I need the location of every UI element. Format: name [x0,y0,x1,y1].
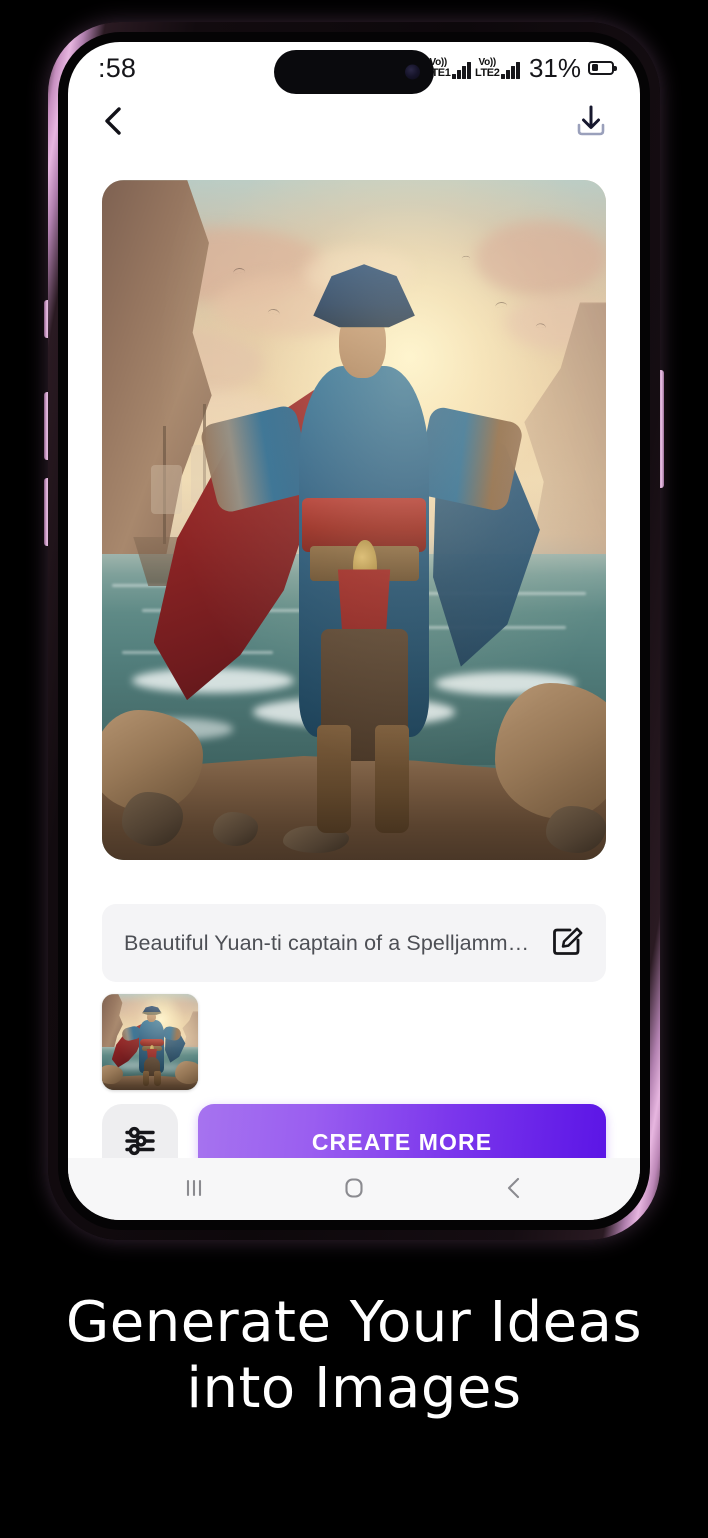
sim2-indicator: Vo)) LTE2 [474,56,520,79]
nav-back-button[interactable] [484,1166,544,1212]
chevron-left-icon [100,105,126,140]
generated-image-preview[interactable] [102,180,606,860]
prompt-text: Beautiful Yuan-ti captain of a Spelljamm… [124,930,536,955]
download-icon [572,102,610,143]
battery-icon [588,60,617,75]
back-chevron-icon [501,1174,527,1205]
screenshot-root: :58 Vo)) LTE1 Vo)) LTE2 31% Beautiful Yu… [0,0,708,1538]
prompt-bar[interactable]: Beautiful Yuan-ti captain of a Spelljamm… [102,904,606,982]
promo-caption: Generate Your Ideas into Images [0,1290,708,1422]
caption-line-1: Generate Your Ideas [65,1290,643,1355]
status-time: :58 [98,52,137,83]
dynamic-island [274,50,434,94]
caption-line-2: into Images [186,1356,522,1422]
home-button[interactable] [324,1166,384,1212]
phone-frame: :58 Vo)) LTE1 Vo)) LTE2 31% Beautiful Yu… [48,22,660,1240]
battery-percent-label: 31% [528,52,581,83]
download-button[interactable] [568,99,614,145]
sim2-volte-label: Vo)) [478,56,496,68]
sim1-signal-bars [452,61,471,79]
recents-icon [180,1175,208,1204]
hero-artwork [102,180,606,860]
artwork-pirate-figure [153,234,540,833]
edit-prompt-button[interactable] [548,923,588,963]
sim2-network-label: LTE2 [474,66,500,79]
front-camera-icon [405,64,420,80]
app-top-bar [68,92,640,152]
thumbnail-item[interactable] [102,994,198,1090]
thumbnail-strip [102,994,606,1094]
phone-screen: :58 Vo)) LTE1 Vo)) LTE2 31% Beautiful Yu… [68,42,640,1220]
home-icon [340,1174,368,1205]
sim2-signal-bars [501,61,520,79]
android-navigation-bar [68,1158,640,1220]
back-button[interactable] [90,99,136,145]
recents-button[interactable] [164,1166,224,1212]
edit-pencil-icon [552,926,584,961]
